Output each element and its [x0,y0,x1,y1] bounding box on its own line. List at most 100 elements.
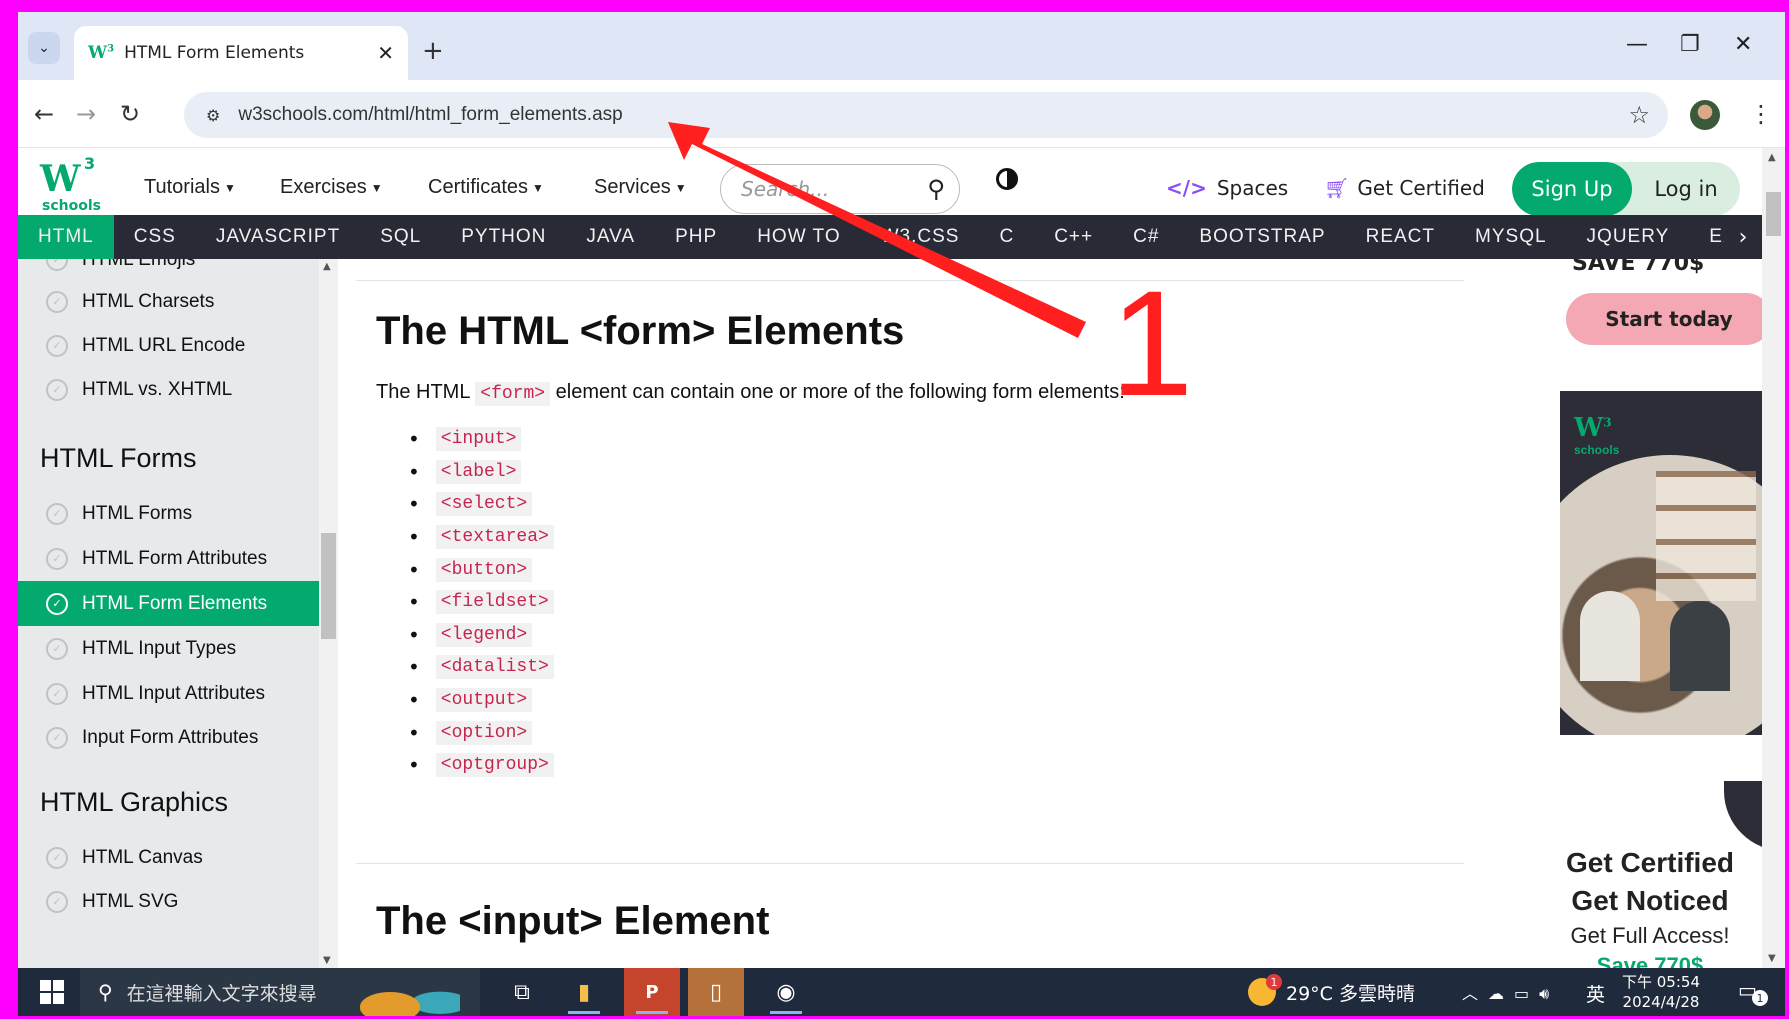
menu-exercises[interactable]: Exercises ▼ [280,176,383,199]
new-tab-icon[interactable]: + [422,36,444,66]
check-circle-icon: ✓ [46,259,68,271]
notepad-icon[interactable]: ▯ [688,968,744,1016]
sidebar-item-html-input-attributes[interactable]: ✓ HTML Input Attributes [18,671,319,716]
close-window-icon[interactable]: ✕ [1734,32,1752,57]
sidebar-item-html-charsets[interactable]: ✓ HTML Charsets [18,279,319,324]
powerpoint-icon[interactable]: P [624,968,680,1016]
list-item: <option> [408,716,554,749]
search-highlight-image [360,972,460,1016]
site-settings-icon[interactable]: ⚙ [206,106,220,125]
check-circle-icon: ✓ [46,592,68,615]
ime-indicator[interactable]: 英 [1586,980,1605,1007]
windows-taskbar: ⚲ 在這裡輸入文字來搜尋 ⧉ ▮ P ▯ ◉ 1 29°C 多雲時晴 ︿☁▭🔊︎… [18,968,1785,1016]
sidebar-item-html-form-attributes[interactable]: ✓ HTML Form Attributes [18,536,319,581]
tab-html-form-elements[interactable]: W3 HTML Form Elements ✕ [74,26,408,80]
tab-search-button[interactable]: ⌄ [28,32,60,64]
sidebar-item-input-form-attributes[interactable]: ✓ Input Form Attributes [18,715,319,760]
annotation-label: 1 [1110,259,1194,427]
menu-tutorials[interactable]: Tutorials ▼ [144,176,236,199]
scroll-up-icon[interactable]: ▲ [1768,152,1776,163]
windows-start-icon[interactable] [40,980,64,1004]
taskbar-clock[interactable]: 下午 05:54 2024/4/28 [1622,972,1700,1012]
sidebar-item-html-form-elements[interactable]: ✓ HTML Form Elements [18,581,319,626]
sidebar-item-html-vs-xhtml[interactable]: ✓ HTML vs. XHTML [18,367,319,412]
nav-sql[interactable]: SQL [360,215,441,259]
chevron-right-icon[interactable]: › [1724,215,1762,259]
sidebar-item-html-forms[interactable]: ✓ HTML Forms [18,491,319,536]
forward-arrow-icon[interactable]: → [76,100,96,128]
nav-html[interactable]: HTML [18,215,114,259]
page-title: The HTML <form> Elements [376,309,905,353]
code-icon: </> [1166,176,1207,200]
auth-buttons: Sign Up Log in [1512,162,1740,216]
scroll-down-icon[interactable]: ▼ [323,955,331,966]
restore-icon[interactable]: ❐ [1680,32,1700,57]
nav-java[interactable]: JAVA [566,215,655,259]
sidebar-item-html-url-encode[interactable]: ✓ HTML URL Encode [18,323,319,368]
nav-react[interactable]: REACT [1346,215,1455,259]
ad-banner-image[interactable]: W3 schools [1560,391,1762,735]
bookmark-star-icon[interactable]: ☆ [1628,101,1650,129]
search-input[interactable]: Search... ⚲ [720,164,960,214]
signup-button[interactable]: Sign Up [1512,162,1632,216]
taskbar-search-input[interactable]: ⚲ 在這裡輸入文字來搜尋 [80,968,480,1016]
more-menu-icon[interactable]: ⋮ [1749,100,1773,128]
page-scroll-thumb[interactable] [1766,192,1781,236]
chevron-down-icon: ⌄ [38,40,50,56]
nav-mysql[interactable]: MYSQL [1455,215,1567,259]
nav-cpp[interactable]: C++ [1034,215,1113,259]
sidebar-item-html-svg[interactable]: ✓ HTML SVG [18,879,319,924]
start-today-button[interactable]: Start today [1566,293,1762,345]
intro-paragraph: The HTML <form> element can contain one … [376,381,1125,406]
close-tab-icon[interactable]: ✕ [377,41,394,65]
page-scrollbar[interactable]: ▲ ▼ [1762,148,1785,968]
dark-mode-toggle-icon[interactable] [996,168,1018,190]
file-explorer-icon[interactable]: ▮ [556,968,612,1016]
chrome-icon[interactable]: ◉ [758,968,814,1016]
divider [356,280,1464,281]
sidebar-item-html-input-types[interactable]: ✓ HTML Input Types [18,626,319,671]
nav-c[interactable]: C [979,215,1034,259]
nav-css[interactable]: CSS [114,215,196,259]
sidebar-item-html-canvas[interactable]: ✓ HTML Canvas [18,835,319,880]
cart-icon: 🛒︎ [1324,176,1350,200]
scroll-up-icon[interactable]: ▲ [323,261,331,272]
profile-avatar[interactable] [1690,100,1720,130]
scroll-down-icon[interactable]: ▼ [1768,953,1776,964]
sidebar-scrollbar[interactable]: ▲ ▼ [319,259,338,968]
caret-down-icon: ▼ [532,180,544,195]
reload-icon[interactable]: ↻ [120,100,140,128]
url-text: w3schools.com/html/html_form_elements.as… [238,104,623,125]
nav-javascript[interactable]: JAVASCRIPT [196,215,360,259]
check-circle-icon: ✓ [46,378,68,401]
login-button[interactable]: Log in [1632,162,1740,216]
nav-php[interactable]: PHP [655,215,737,259]
tab-strip: ⌄ W3 HTML Form Elements ✕ + — ❐ ✕ [18,12,1785,80]
nav-howto[interactable]: HOW TO [737,215,860,259]
divider [356,863,1464,864]
nav-w3css[interactable]: W3.CSS [861,215,980,259]
section-title-input: The <input> Element [376,899,770,943]
get-certified-link[interactable]: 🛒︎ Get Certified [1324,176,1485,200]
nav-bootstrap[interactable]: BOOTSTRAP [1179,215,1345,259]
w3schools-logo[interactable]: W 3 schools [40,154,101,218]
ad-save-770: Save 770$ [1596,953,1704,968]
menu-certificates[interactable]: Certificates ▼ [428,176,544,199]
notification-icon[interactable]: ▭ 1 [1738,978,1768,1006]
system-tray-icons[interactable]: ︿☁▭🔊︎ [1462,980,1559,1004]
task-view-icon[interactable]: ⧉ [494,968,550,1016]
w3schools-ad-logo: W3 schools [1574,413,1620,457]
list-item: <select> [408,488,554,521]
ad-get-noticed: Get Noticed [1571,885,1729,916]
minimize-icon[interactable]: — [1626,32,1648,57]
url-omnibox[interactable]: ⚙ w3schools.com/html/html_form_elements.… [184,92,1668,138]
nav-python[interactable]: PYTHON [441,215,566,259]
nav-csharp[interactable]: C# [1113,215,1179,259]
back-arrow-icon[interactable]: ← [34,100,54,128]
nav-jquery[interactable]: JQUERY [1567,215,1690,259]
search-icon[interactable]: ⚲ [927,175,945,203]
menu-services[interactable]: Services ▼ [594,176,687,199]
sidebar-scroll-thumb[interactable] [321,533,336,639]
spaces-link[interactable]: </> Spaces [1166,176,1288,200]
weather-widget[interactable]: 1 29°C 多雲時晴 [1248,968,1415,1016]
